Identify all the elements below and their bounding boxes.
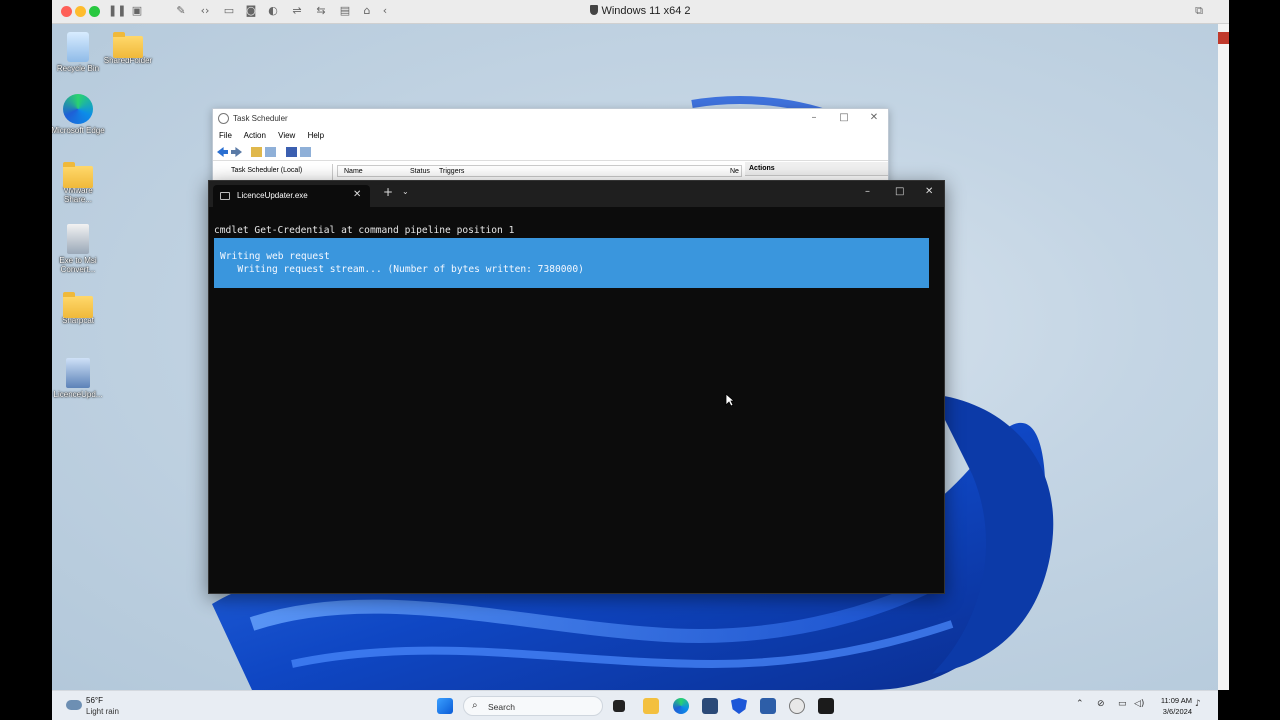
fullscreen-icon[interactable]: ⧉ [1192,4,1206,18]
edge-icon [63,94,93,124]
terminal-tabbar[interactable]: LicenceUpdater.exe ✕ + ⌄ – □ ✕ [209,181,944,207]
search-icon: ⌕ [472,700,478,711]
desktop: Recycle Bin SharedFolder Microsoft Edge … [52,24,1218,690]
vm-title: Windows 11 x64 2 [52,5,1229,17]
shield-icon [590,5,599,15]
close-button[interactable]: ✕ [865,112,883,123]
start-icon[interactable] [437,698,453,714]
desktop-icon-label: Exe to Msi Convert... [59,256,97,274]
console-view-icon[interactable] [300,147,311,157]
desktop-icon-label: LicenceUpd... [53,390,103,399]
close-button[interactable]: ✕ [925,186,933,197]
side-strip [1218,24,1229,690]
exe-icon [66,358,90,388]
clock-icon [218,113,229,124]
terminal-output-line: cmdlet Get-Credential at command pipelin… [214,225,515,236]
progress-block: Writing web request Writing request stre… [214,238,929,288]
actions-header-text: Actions [749,165,775,172]
recycle-bin-icon [67,32,89,62]
vm-title-text: Windows 11 x64 2 [601,5,691,17]
task-scheduler-titlebar[interactable]: Task Scheduler – □ ✕ [213,109,888,129]
vm-titlebar: ❚❚ ▣ ✎ ‹› ▭ ◙ ◐ ⇌ ⇆ ▤ ⌂ ‹ Windows 11 x64… [52,0,1229,24]
folder-icon [63,292,93,318]
folder-up-icon[interactable] [251,147,262,157]
minimize-button[interactable]: – [805,112,823,123]
column-name[interactable]: Name [344,168,363,175]
progress-activity: Writing web request [220,251,330,262]
terminal-tab[interactable]: LicenceUpdater.exe ✕ [213,185,370,207]
menu-help[interactable]: Help [308,131,324,140]
powershell-icon[interactable] [760,698,776,714]
desktop-icon-vmware-share[interactable]: VMware Share... [52,162,105,204]
desktop-icon-shared-folder[interactable]: SharedFolder [101,32,155,65]
defender-shield-icon[interactable] [731,698,747,714]
forward-arrow-icon[interactable] [231,147,242,157]
desktop-icon-label: VMware Share... [63,186,93,204]
actions-pane-header: Actions [745,162,888,176]
screen: ❚❚ ▣ ✎ ‹› ▭ ◙ ◐ ⇌ ⇆ ▤ ⌂ ‹ Windows 11 x64… [0,0,1280,720]
task-scheduler-menubar: File Action View Help [213,129,888,143]
desktop-icon-label: Microsoft Edge [52,126,105,135]
task-scheduler-title: Task Scheduler [233,114,288,123]
terminal-window[interactable]: LicenceUpdater.exe ✕ + ⌄ – □ ✕ cmdlet Ge… [208,180,945,594]
minimize-button[interactable]: – [865,186,870,197]
clock-time[interactable]: 11:09 AM [1156,696,1192,705]
close-tab-icon[interactable]: ✕ [353,189,361,200]
maximize-button[interactable]: □ [895,186,904,197]
desktop-icon-recycle-bin[interactable]: Recycle Bin [52,32,105,73]
show-hide-tree-icon[interactable] [265,147,276,157]
volume-icon[interactable]: ◁) [1134,699,1144,709]
tree-item-local[interactable]: Task Scheduler (Local) [231,167,302,174]
new-tab-icon[interactable]: + [383,185,393,199]
weather-temperature[interactable]: 56°F [86,696,103,705]
task-scheduler-taskbar-icon[interactable] [789,698,805,714]
taskbar-search[interactable]: ⌕ Search [463,696,603,716]
desktop-icon-sharpcat[interactable]: Sharpcat [52,292,105,325]
side-strip-badge [1218,32,1229,44]
task-scheduler-window[interactable]: Task Scheduler – □ ✕ File Action View He… [212,108,889,189]
weather-description[interactable]: Light rain [86,707,119,716]
menu-view[interactable]: View [278,131,295,140]
installer-icon [67,224,89,254]
folder-icon [113,32,143,58]
terminal-tab-title: LicenceUpdater.exe [237,191,308,200]
desktop-icon-label: Recycle Bin [56,64,100,73]
desktop-icon-licenceupdater[interactable]: LicenceUpd... [52,358,105,399]
weather-cloud-icon[interactable] [66,700,82,710]
back-arrow-icon[interactable] [217,147,228,157]
taskbar: 56°F Light rain ⌕ Search ⌃ ⊘ ▭ ◁) 11:09 … [52,690,1218,720]
progress-status: Writing request stream... (Number of byt… [220,264,584,275]
menu-file[interactable]: File [219,131,232,140]
edge-icon[interactable] [673,698,689,714]
search-placeholder: Search [488,702,515,712]
notification-bell-icon[interactable]: ♪ [1195,699,1201,709]
store-icon[interactable] [702,698,718,714]
desktop-icon-edge[interactable]: Microsoft Edge [52,94,105,135]
network-off-icon[interactable]: ⊘ [1097,699,1105,709]
task-view-icon[interactable] [613,700,625,712]
chevron-down-icon[interactable]: ⌄ [402,187,409,196]
folder-icon [63,162,93,188]
help-icon[interactable] [286,147,297,157]
column-triggers[interactable]: Triggers [439,168,464,175]
task-scheduler-toolbar [213,143,888,161]
terminal-icon [220,192,230,200]
file-explorer-icon[interactable] [643,698,659,714]
menu-action[interactable]: Action [244,131,266,140]
monitor-icon[interactable]: ▭ [1118,699,1127,709]
terminal-body[interactable]: cmdlet Get-Credential at command pipelin… [209,207,944,593]
clock-date[interactable]: 3/6/2024 [1156,707,1192,716]
terminal-taskbar-icon[interactable] [818,698,834,714]
task-list-header: Name Status Triggers Ne [337,165,742,177]
maximize-button[interactable]: □ [835,112,853,123]
mouse-cursor-icon [725,393,735,407]
column-next-run[interactable]: Ne [730,168,739,175]
column-status[interactable]: Status [410,168,430,175]
chevron-up-icon[interactable]: ⌃ [1076,699,1084,709]
desktop-icon-exe-to-msi[interactable]: Exe to Msi Convert... [52,224,105,274]
